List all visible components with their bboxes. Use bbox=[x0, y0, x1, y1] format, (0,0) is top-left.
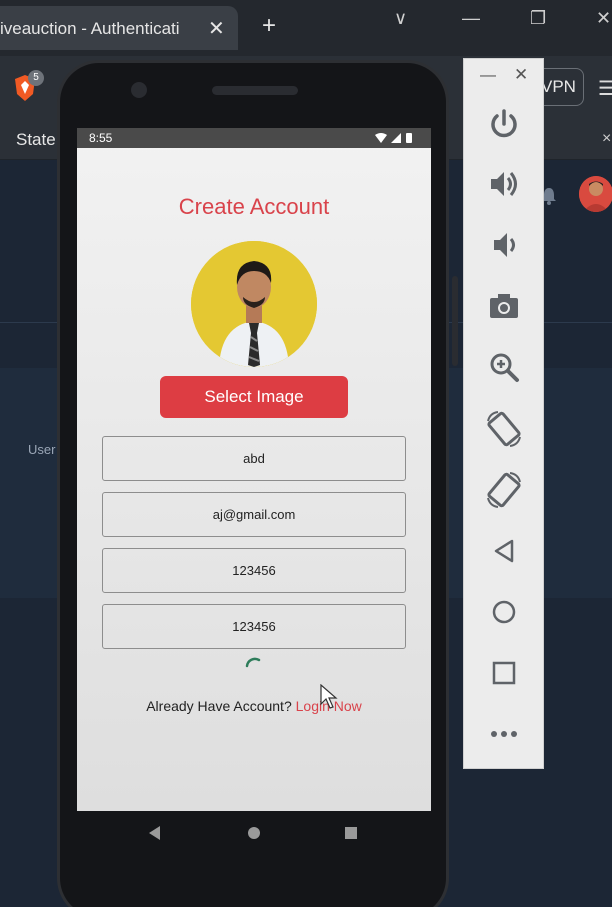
phone-screen: 8:55 Create Account Select Image Already… bbox=[77, 128, 431, 811]
zoom-button[interactable] bbox=[484, 347, 524, 387]
login-prompt-text: Already Have Account? bbox=[146, 698, 292, 714]
emulator-toolbar: — ✕ bbox=[463, 58, 544, 769]
rotate-right-button[interactable] bbox=[484, 470, 524, 510]
email-input[interactable] bbox=[102, 492, 406, 537]
wifi-icon bbox=[375, 133, 387, 143]
zoom-icon bbox=[490, 353, 519, 382]
more-button[interactable] bbox=[484, 714, 524, 754]
more-icon bbox=[491, 731, 517, 737]
overview-icon bbox=[492, 661, 516, 685]
home-button[interactable] bbox=[484, 592, 524, 632]
page-user-label: User bbox=[28, 442, 56, 457]
status-bar: 8:55 bbox=[77, 128, 431, 148]
rotate-left-button[interactable] bbox=[484, 409, 524, 449]
loading-spinner bbox=[245, 657, 261, 668]
signal-icon bbox=[391, 133, 401, 143]
select-image-button[interactable]: Select Image bbox=[160, 376, 348, 418]
nav-overview-icon[interactable] bbox=[341, 823, 361, 843]
name-input[interactable] bbox=[102, 436, 406, 481]
panel-minimize-icon[interactable]: — bbox=[480, 67, 496, 85]
home-icon bbox=[492, 600, 516, 624]
phone-side-button[interactable] bbox=[452, 276, 458, 366]
nav-back-icon[interactable] bbox=[145, 823, 165, 843]
power-icon bbox=[491, 109, 517, 138]
new-tab-button[interactable]: + bbox=[262, 12, 276, 40]
screenshot-button[interactable] bbox=[484, 286, 524, 326]
camera-icon bbox=[490, 294, 518, 318]
tab-title: iveauction - Authenticati bbox=[0, 19, 180, 38]
status-time: 8:55 bbox=[89, 131, 113, 145]
bookmark-label[interactable]: State bbox=[16, 130, 56, 150]
browser-tab[interactable]: iveauction - Authenticati ✕ bbox=[0, 6, 238, 50]
volume-up-button[interactable] bbox=[484, 164, 524, 204]
volume-up-icon bbox=[491, 172, 517, 196]
tab-close-icon[interactable]: ✕ bbox=[208, 16, 225, 41]
mouse-cursor-icon bbox=[320, 684, 338, 709]
profile-photo bbox=[191, 241, 317, 367]
volume-down-icon bbox=[494, 233, 515, 257]
window-minimize-icon[interactable]: — bbox=[462, 8, 480, 29]
page-title: Create Account bbox=[178, 194, 330, 219]
browser-menu-icon[interactable]: ☰ bbox=[598, 76, 612, 101]
login-prompt-row: Already Have Account? Login Now bbox=[77, 698, 431, 714]
back-icon bbox=[494, 539, 514, 563]
front-camera bbox=[131, 82, 147, 98]
bookmark-close-icon[interactable]: × bbox=[602, 130, 611, 148]
status-icons bbox=[375, 133, 412, 143]
confirm-password-input[interactable] bbox=[102, 604, 406, 649]
battery-icon bbox=[406, 133, 412, 143]
password-input[interactable] bbox=[102, 548, 406, 593]
shield-count-badge: 5 bbox=[28, 70, 44, 86]
user-avatar[interactable] bbox=[579, 176, 612, 212]
browser-titlebar: iveauction - Authenticati ✕ + ∨ — ❐ ✕ bbox=[0, 0, 612, 56]
overview-button[interactable] bbox=[484, 653, 524, 693]
volume-down-button[interactable] bbox=[484, 225, 524, 265]
earpiece-speaker bbox=[212, 86, 298, 95]
tab-search-chevron-icon[interactable]: ∨ bbox=[394, 8, 407, 29]
rotate-left-icon bbox=[487, 411, 521, 447]
power-button[interactable] bbox=[484, 104, 524, 144]
profile-image[interactable] bbox=[191, 241, 317, 367]
panel-close-icon[interactable]: ✕ bbox=[514, 65, 528, 85]
back-button[interactable] bbox=[484, 531, 524, 571]
android-nav-bar bbox=[77, 811, 431, 855]
window-close-icon[interactable]: ✕ bbox=[596, 8, 611, 29]
nav-home-icon[interactable] bbox=[244, 823, 264, 843]
window-restore-icon[interactable]: ❐ bbox=[530, 8, 546, 29]
rotate-right-icon bbox=[487, 472, 521, 508]
